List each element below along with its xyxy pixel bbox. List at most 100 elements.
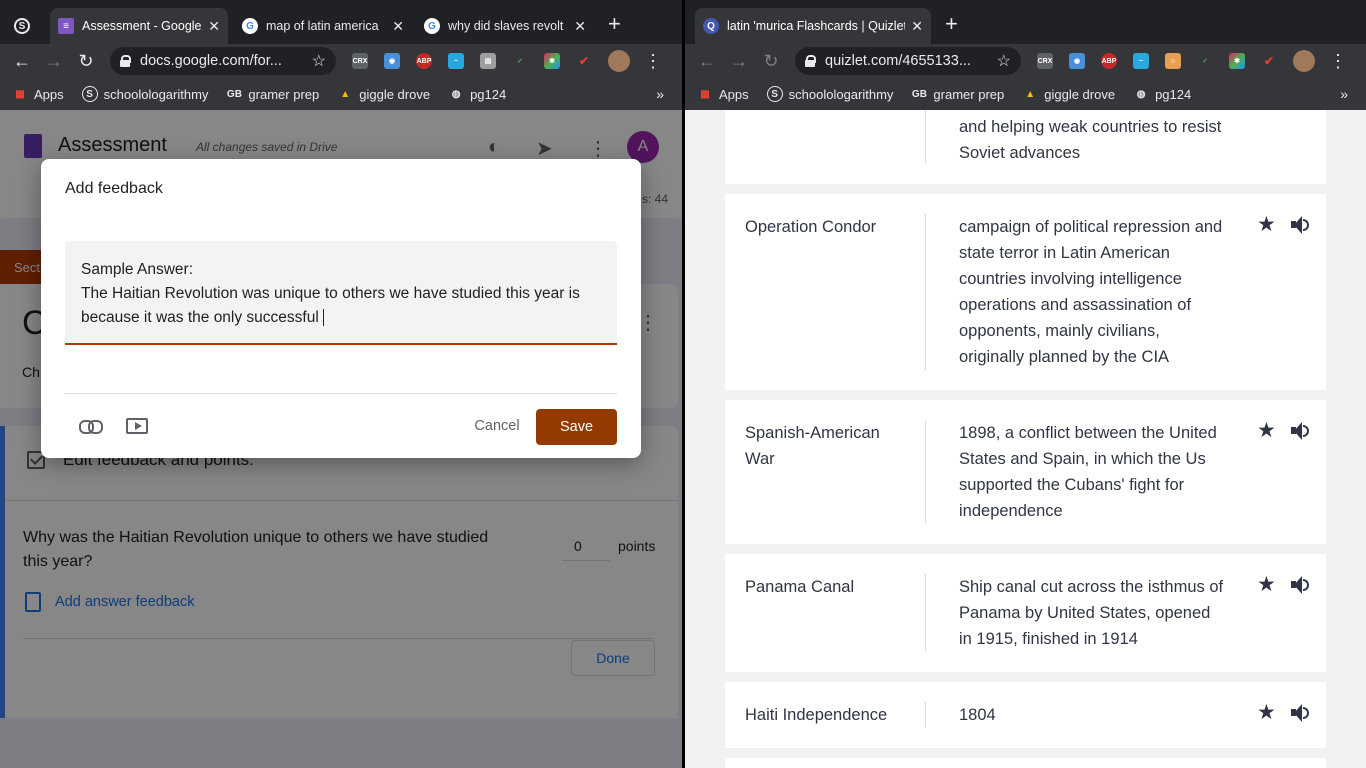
profile-avatar[interactable] xyxy=(608,50,630,72)
new-tab-button[interactable]: + xyxy=(608,10,621,38)
bookmark-label: pg124 xyxy=(470,86,507,102)
card-term: Panama Canal xyxy=(745,578,855,596)
address-bar[interactable]: docs.google.com/for... ☆ xyxy=(110,47,336,75)
google-icon: G xyxy=(424,18,440,34)
reload-icon[interactable]: ↻ xyxy=(755,51,787,72)
forward-arrow-icon[interactable]: → xyxy=(723,51,755,72)
profile-avatar[interactable] xyxy=(1293,50,1315,72)
tab-title: latin 'murica Flashcards | Quizlet xyxy=(727,19,906,33)
close-icon[interactable]: ✕ xyxy=(392,18,404,35)
crx-extension-icon[interactable]: CRX xyxy=(1037,53,1053,69)
chrome-menu-icon[interactable]: ⋮ xyxy=(644,51,662,72)
bookmark-apps[interactable]: ▦ Apps xyxy=(697,86,749,102)
feedback-line: The Haitian Revolution was unique to oth… xyxy=(81,285,580,302)
new-tab-button[interactable]: + xyxy=(945,10,958,38)
bookmark-apps[interactable]: ▦ Apps xyxy=(12,86,64,102)
flashcard-row: Operation Condor campaign of political r… xyxy=(725,194,1326,390)
bookmark-star-icon[interactable]: ☆ xyxy=(312,51,326,71)
url-text: docs.google.com/for... xyxy=(140,53,282,69)
lock-icon xyxy=(805,55,816,67)
star-icon[interactable]: ★ xyxy=(1257,418,1276,443)
bookmark-pg124[interactable]: ◍ pg124 xyxy=(1133,86,1192,102)
extensions-bar: CRX ◉ ABP ~ ☺ ✓ ✱ ✔ xyxy=(1029,53,1285,69)
bookmark-gramer-prep[interactable]: GB gramer prep xyxy=(226,86,319,102)
bookmark-label: Apps xyxy=(719,86,749,102)
leaf-extension-icon[interactable]: ✓ xyxy=(1197,53,1213,69)
bookmark-label: gramer prep xyxy=(933,86,1005,102)
feedback-line: because it was the only successful xyxy=(81,309,319,326)
tab-assessment[interactable]: ≡ Assessment - Google Forms ✕ xyxy=(50,8,228,44)
drive-icon: ▲ xyxy=(340,88,351,100)
leaf-extension-icon[interactable]: ✓ xyxy=(512,53,528,69)
card-definition: campaign of political repression and sta… xyxy=(959,218,1223,366)
face-extension-icon[interactable]: ☺ xyxy=(1165,53,1181,69)
color-extension-icon[interactable]: ✱ xyxy=(1229,53,1245,69)
speaker-icon[interactable] xyxy=(1291,422,1311,440)
bookmarks-overflow-icon[interactable]: » xyxy=(1340,86,1348,102)
flashcard-row: Spanish-American War 1898, a conflict be… xyxy=(725,400,1326,544)
bookmarks-overflow-icon[interactable]: » xyxy=(656,86,664,102)
back-arrow-icon[interactable]: ← xyxy=(6,51,38,72)
bookmark-pg124[interactable]: ◍ pg124 xyxy=(448,86,507,102)
tab-slaves-revolt[interactable]: G why did slaves revolt ✕ xyxy=(416,8,594,44)
speaker-icon[interactable] xyxy=(1291,704,1311,722)
card-definition: 1898, a conflict between the United Stat… xyxy=(959,424,1217,520)
pinned-tab-schoology[interactable]: S xyxy=(14,8,44,44)
card-definition: and helping weak countries to resist Sov… xyxy=(959,118,1222,162)
star-icon[interactable]: ★ xyxy=(1257,700,1276,725)
link-icon[interactable] xyxy=(79,416,103,436)
star-icon[interactable]: ★ xyxy=(1257,212,1276,237)
star-icon[interactable]: ★ xyxy=(1257,572,1276,597)
gb-icon: GB xyxy=(226,88,242,100)
tab-map-latin-america[interactable]: G map of latin america ✕ xyxy=(234,8,412,44)
bookmark-label: schoolologarithmy xyxy=(788,86,894,102)
save-button[interactable]: Save xyxy=(536,409,617,445)
wave-extension-icon[interactable]: ~ xyxy=(448,53,464,69)
adblock-extension-icon[interactable]: ABP xyxy=(416,53,432,69)
feedback-textarea[interactable]: Sample Answer: The Haitian Revolution wa… xyxy=(65,241,617,345)
bookmark-label: Apps xyxy=(34,86,64,102)
close-icon[interactable]: ✕ xyxy=(208,18,220,35)
speaker-icon[interactable] xyxy=(1291,576,1311,594)
crx-extension-icon[interactable]: CRX xyxy=(352,53,368,69)
owl-extension-icon[interactable]: ◉ xyxy=(1069,53,1085,69)
chrome-menu-icon[interactable]: ⋮ xyxy=(1329,51,1347,72)
close-icon[interactable]: ✕ xyxy=(911,18,923,35)
cancel-button[interactable]: Cancel xyxy=(461,409,533,443)
bookmark-star-icon[interactable]: ☆ xyxy=(997,51,1011,71)
left-bookmarks-bar: ▦ Apps Sschoolologarithmy GB gramer prep ▲… xyxy=(0,78,682,110)
back-arrow-icon[interactable]: ← xyxy=(691,51,723,72)
check-extension-icon[interactable]: ✔ xyxy=(576,53,592,69)
tab-quizlet[interactable]: Q latin 'murica Flashcards | Quizlet ✕ xyxy=(695,8,931,44)
left-toolbar: ← → ↻ docs.google.com/for... ☆ CRX ◉ ABP… xyxy=(0,44,682,78)
bookmark-gramer-prep[interactable]: GB gramer prep xyxy=(911,86,1004,102)
owl-extension-icon[interactable]: ◉ xyxy=(384,53,400,69)
bookmark-label: schoolologarithmy xyxy=(103,86,209,102)
tab-title: why did slaves revolt xyxy=(448,19,564,33)
video-icon[interactable] xyxy=(126,418,148,434)
bookmark-schoolologarithmy[interactable]: Sschoolologarithmy xyxy=(81,86,209,102)
schoology-icon: S xyxy=(81,86,98,102)
extensions-bar: CRX ◉ ABP ~ ▤ ✓ ✱ ✔ xyxy=(344,53,600,69)
briefcase-extension-icon[interactable]: ▤ xyxy=(480,53,496,69)
quizlet-icon: Q xyxy=(703,18,719,34)
globe-icon: ◍ xyxy=(1136,88,1146,100)
address-bar[interactable]: quizlet.com/4655133... ☆ xyxy=(795,47,1021,75)
bookmark-giggle-drove[interactable]: ▲ giggle drove xyxy=(1022,86,1115,102)
bookmark-label: giggle drove xyxy=(1044,86,1116,102)
adblock-extension-icon[interactable]: ABP xyxy=(1101,53,1117,69)
card-term: Haiti Independence xyxy=(745,706,888,724)
reload-icon[interactable]: ↻ xyxy=(70,51,102,72)
text-caret xyxy=(322,309,324,327)
wave-extension-icon[interactable]: ~ xyxy=(1133,53,1149,69)
right-tab-strip: Q latin 'murica Flashcards | Quizlet ✕ + xyxy=(685,0,1366,44)
bookmark-giggle-drove[interactable]: ▲ giggle drove xyxy=(337,86,430,102)
close-icon[interactable]: ✕ xyxy=(574,18,586,35)
card-definition: Ship canal cut across the isthmus of Pan… xyxy=(959,578,1224,648)
bookmark-schoolologarithmy[interactable]: Sschoolologarithmy xyxy=(766,86,894,102)
check-extension-icon[interactable]: ✔ xyxy=(1261,53,1277,69)
globe-icon: ◍ xyxy=(451,88,461,100)
forward-arrow-icon[interactable]: → xyxy=(38,51,70,72)
color-extension-icon[interactable]: ✱ xyxy=(544,53,560,69)
speaker-icon[interactable] xyxy=(1291,216,1311,234)
